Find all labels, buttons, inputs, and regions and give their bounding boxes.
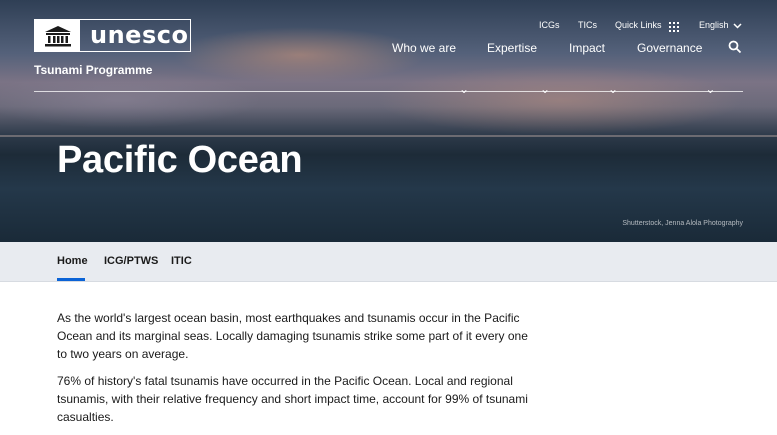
page-title: Pacific Ocean <box>57 139 303 181</box>
language-selector[interactable]: English <box>699 20 729 30</box>
header-divider <box>34 91 743 92</box>
nav-label: Who we are <box>392 41 457 55</box>
top-link-tics[interactable]: TICs <box>578 20 597 30</box>
chevron-down-icon: ⌄ <box>540 82 551 96</box>
nav-label: Expertise <box>487 41 538 55</box>
intro-paragraph: As the world's largest ocean basin, most… <box>57 311 528 361</box>
photo-credit: Shutterstock, Jenna Alola Photography <box>622 220 743 227</box>
grid-icon[interactable] <box>669 22 679 32</box>
section-tabs: Home ICG/PTWS ITIC <box>0 242 777 282</box>
nav-label: Impact <box>569 41 606 55</box>
nav-label: Governance <box>637 41 703 55</box>
chevron-down-icon: ⌄ <box>608 82 619 96</box>
tab-home[interactable]: Home <box>57 255 88 267</box>
chevron-down-icon: ⌄ <box>459 82 470 96</box>
chevron-down-icon[interactable] <box>733 21 742 31</box>
nav-impact[interactable]: Impact ⌄ <box>569 41 618 96</box>
utility-nav: ICGs TICs Quick Links English <box>0 20 777 34</box>
top-link-icgs[interactable]: ICGs <box>539 20 560 30</box>
main-content: As the world's largest ocean basin, most… <box>57 309 532 435</box>
nav-expertise[interactable]: Expertise ⌄ <box>487 41 550 96</box>
statistics-paragraph: 76% of history's fatal tsunamis have occ… <box>57 374 528 424</box>
nav-governance[interactable]: Governance ⌄ <box>637 41 715 96</box>
search-icon[interactable] <box>728 40 742 54</box>
tab-icg-ptws[interactable]: ICG/PTWS <box>104 255 158 267</box>
tab-itic[interactable]: ITIC <box>171 255 192 267</box>
hero-banner: unesco Tsunami Programme ICGs TICs Quick… <box>0 0 777 242</box>
active-tab-indicator <box>57 278 85 281</box>
chevron-down-icon: ⌄ <box>705 82 716 96</box>
quick-links-label[interactable]: Quick Links <box>615 20 662 30</box>
nav-who-we-are[interactable]: Who we are ⌄ <box>392 41 469 96</box>
programme-name[interactable]: Tsunami Programme <box>34 63 152 77</box>
